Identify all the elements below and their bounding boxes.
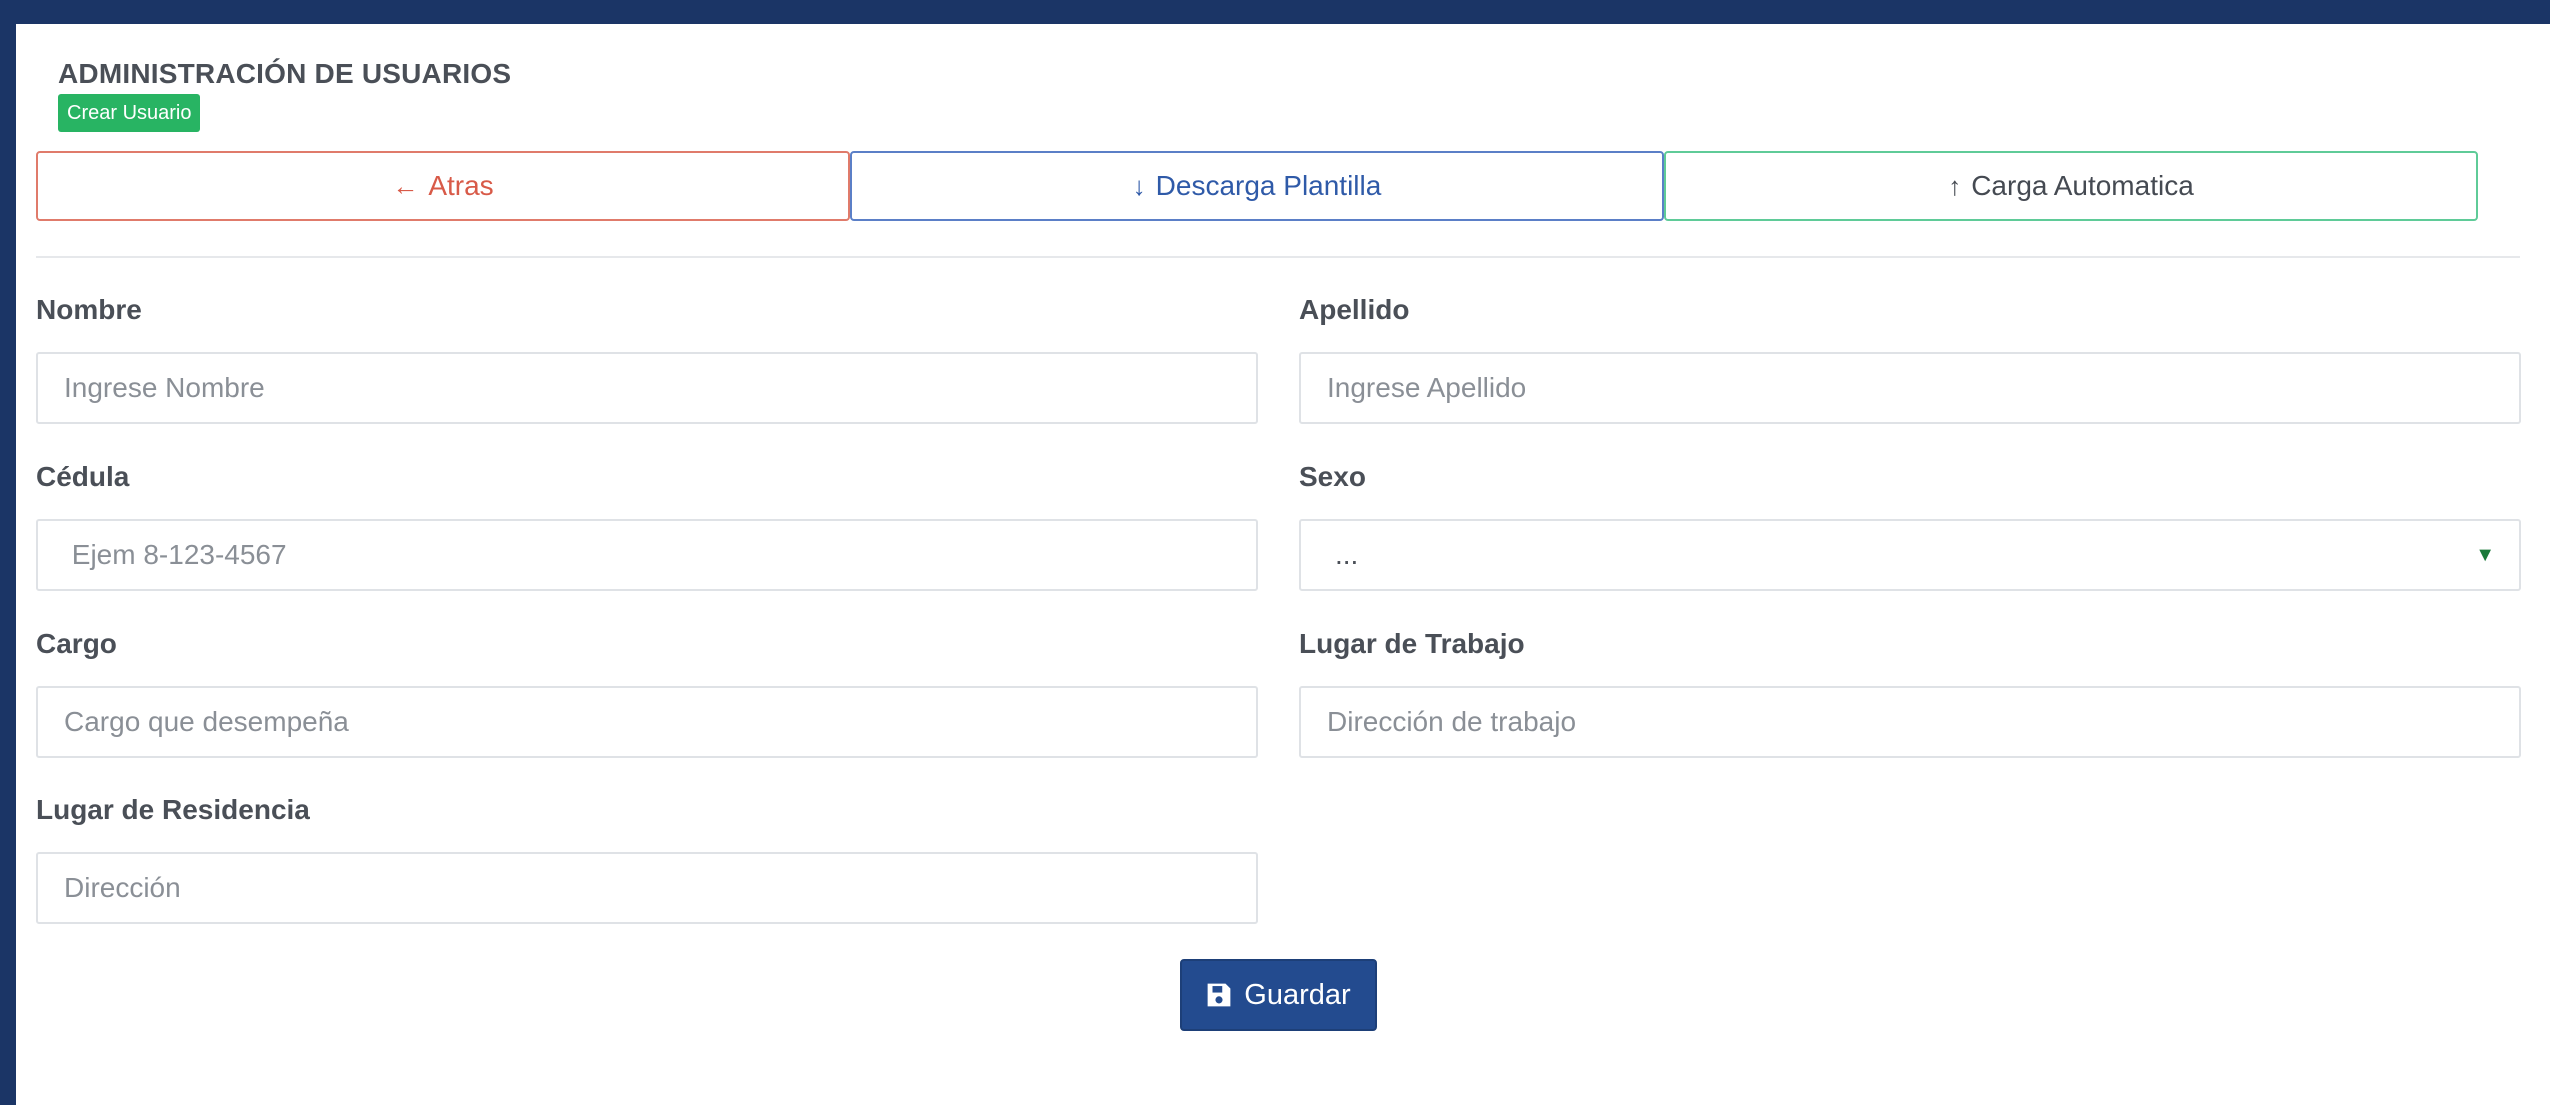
save-button[interactable]: Guardar bbox=[1180, 959, 1377, 1031]
sexo-select[interactable]: ... ▼ bbox=[1299, 519, 2521, 591]
apellido-label: Apellido bbox=[1299, 294, 1410, 325]
download-template-button[interactable]: ↓ Descarga Plantilla bbox=[850, 151, 1664, 221]
arrow-up-icon: ↑ bbox=[1948, 170, 1962, 201]
divider bbox=[36, 256, 2520, 258]
cargo-input[interactable] bbox=[36, 686, 1258, 758]
page-title: ADMINISTRACIÓN DE USUARIOS bbox=[58, 58, 512, 89]
action-buttons: ← Atras ↓ Descarga Plantilla ↑ Carga Aut… bbox=[36, 151, 2478, 221]
lugar-trabajo-label: Lugar de Trabajo bbox=[1299, 628, 1525, 659]
dropdown-arrow-icon: ▼ bbox=[2475, 543, 2495, 566]
cedula-input[interactable] bbox=[36, 519, 1258, 591]
lugar-trabajo-input[interactable] bbox=[1299, 686, 2521, 758]
automatic-upload-button[interactable]: ↑ Carga Automatica bbox=[1664, 151, 2478, 221]
save-button-label: Guardar bbox=[1244, 978, 1351, 1011]
lugar-residencia-input[interactable] bbox=[36, 852, 1258, 924]
arrow-down-icon: ↓ bbox=[1132, 170, 1146, 201]
main-panel: ADMINISTRACIÓN DE USUARIOS Crear Usuario… bbox=[16, 24, 2550, 1105]
nombre-input[interactable] bbox=[36, 352, 1258, 424]
arrow-left-icon: ← bbox=[392, 170, 419, 201]
back-button-label: Atras bbox=[428, 170, 494, 201]
floppy-disk-icon bbox=[1206, 982, 1232, 1008]
nombre-label: Nombre bbox=[36, 294, 142, 325]
lugar-residencia-label: Lugar de Residencia bbox=[36, 794, 310, 825]
cedula-label: Cédula bbox=[36, 461, 130, 492]
automatic-upload-label: Carga Automatica bbox=[1971, 170, 2194, 201]
cargo-label: Cargo bbox=[36, 628, 117, 659]
sexo-label: Sexo bbox=[1299, 461, 1366, 492]
back-button[interactable]: ← Atras bbox=[36, 151, 850, 221]
apellido-input[interactable] bbox=[1299, 352, 2521, 424]
create-user-badge: Crear Usuario bbox=[58, 94, 201, 132]
sexo-selected-value: ... bbox=[1335, 539, 1359, 570]
download-template-label: Descarga Plantilla bbox=[1155, 170, 1382, 201]
